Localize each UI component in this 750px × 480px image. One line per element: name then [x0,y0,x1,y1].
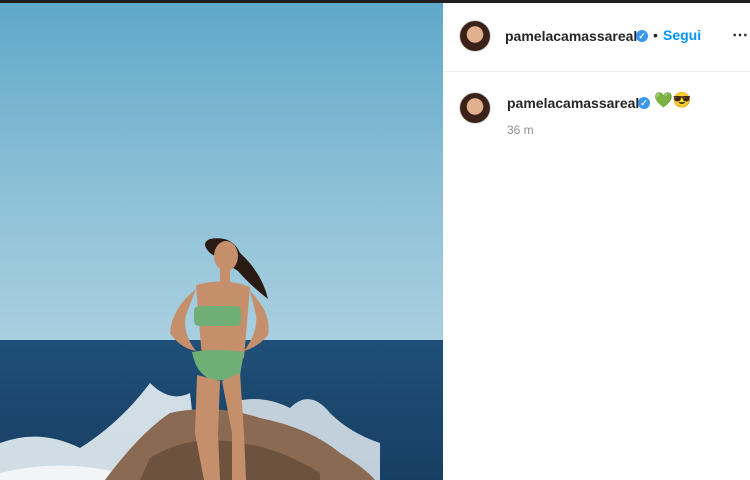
caption-text: 💚😎 [654,92,692,109]
post-header: pamelacamassareal ✓ • Segui ⋯ [443,3,750,72]
author-username-link[interactable]: pamelacamassareal [505,28,637,44]
caption-author-username-link[interactable]: pamelacamassareal [507,95,639,111]
post-side-panel: pamelacamassareal ✓ • Segui ⋯ pamelacama… [443,3,750,480]
verified-badge-icon: ✓ [638,97,650,109]
post-photo[interactable] [0,3,443,480]
more-options-icon[interactable]: ⋯ [732,25,749,45]
follow-button[interactable]: Segui [663,27,701,43]
verified-badge-icon: ✓ [636,30,648,42]
caption-author-avatar[interactable] [460,93,490,123]
separator-dot: • [653,27,658,43]
post-timestamp[interactable]: 36 m [507,123,534,137]
beach-photo-image [0,3,443,480]
author-avatar[interactable] [460,21,490,51]
